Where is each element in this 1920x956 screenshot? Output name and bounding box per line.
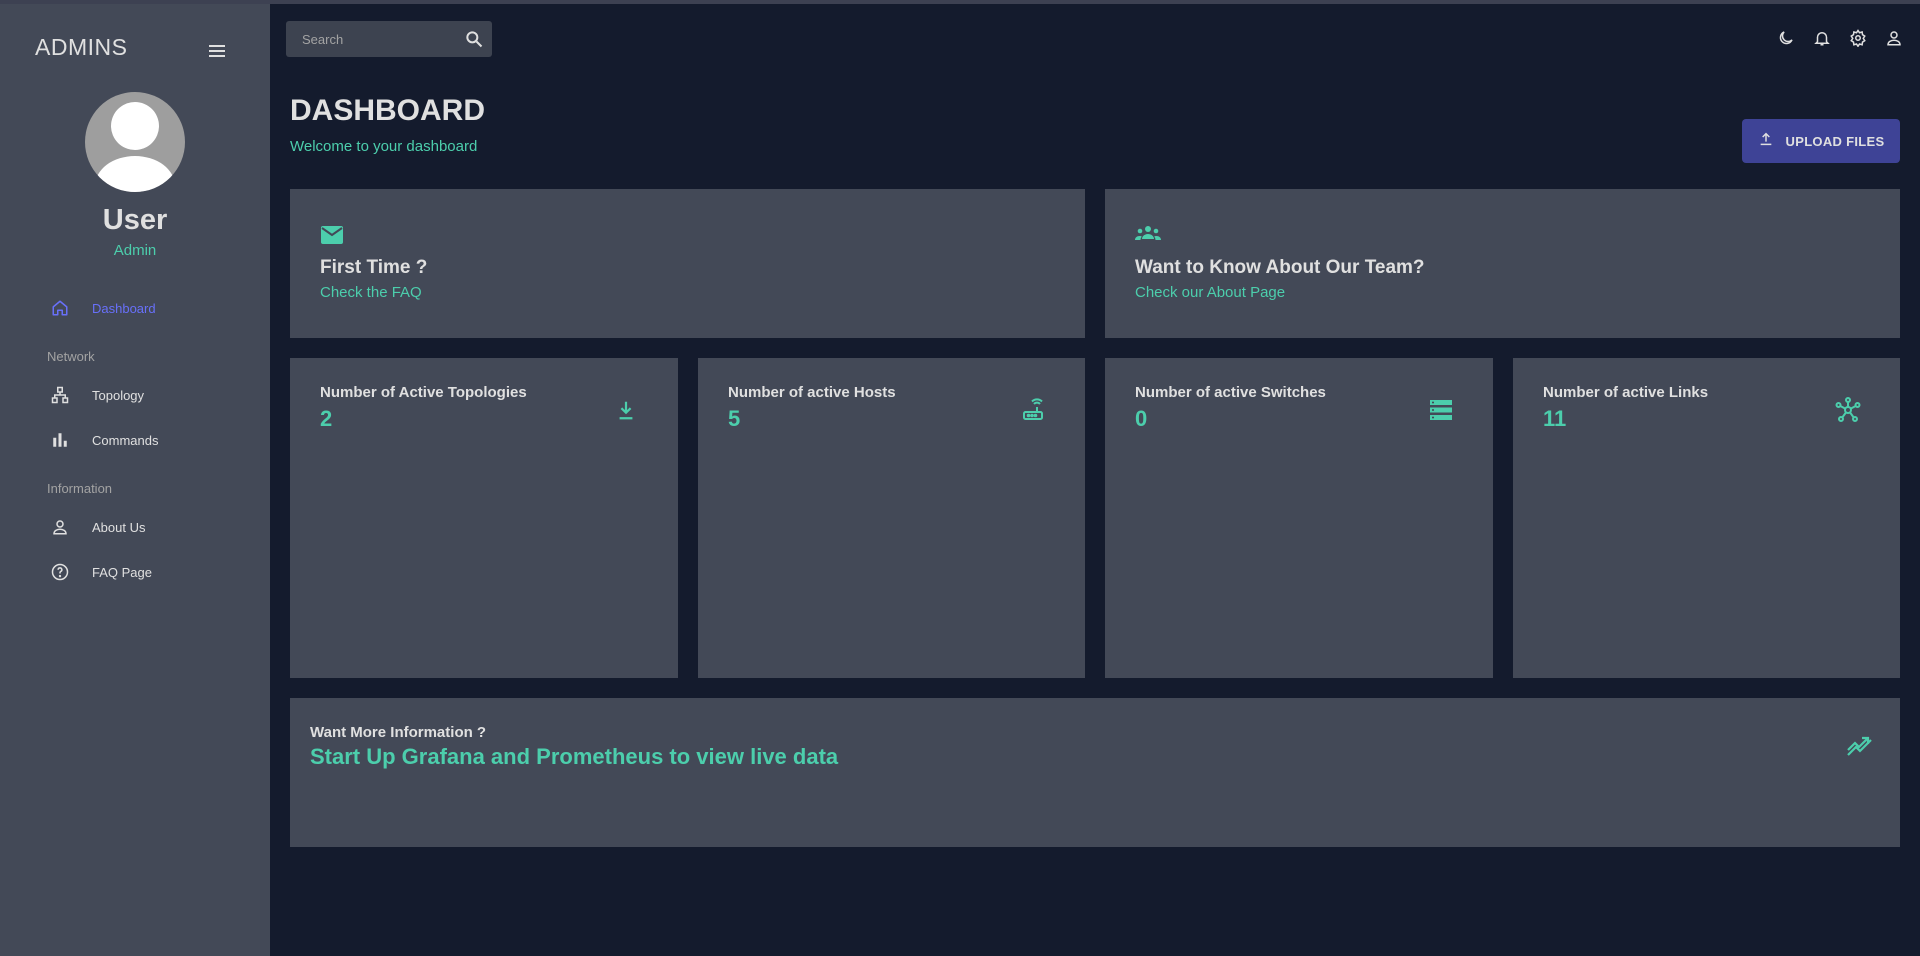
sidebar-item-dashboard[interactable]: Dashboard	[45, 291, 255, 325]
sidebar-item-label: Commands	[92, 432, 159, 448]
stat-value: 11	[1543, 406, 1567, 431]
sidebar-item-label: Topology	[92, 387, 145, 403]
help-circle-icon	[45, 560, 75, 584]
storage-icon	[1427, 396, 1455, 424]
sidebar-item-label: Dashboard	[92, 300, 156, 316]
sidebar-item-label: About Us	[92, 519, 146, 535]
search-box	[286, 21, 492, 57]
sidebar-item-faq[interactable]: FAQ Page	[45, 555, 255, 589]
stat-value: 5	[728, 406, 741, 431]
more-info-title: Want More Information ?	[310, 724, 487, 741]
user-role: Admin	[113, 242, 157, 259]
mail-icon	[320, 225, 346, 249]
sidebar-item-label: FAQ Page	[92, 564, 152, 580]
more-info-card: Want More Information ? Start Up Grafana…	[290, 698, 1900, 847]
stat-title: Number of Active Topologies	[320, 384, 527, 401]
settings-icon[interactable]	[1848, 28, 1868, 48]
topology-icon	[45, 383, 75, 407]
profile-icon[interactable]	[1884, 28, 1904, 48]
sidebar-item-commands[interactable]: Commands	[45, 423, 255, 457]
faq-info-card: First Time ? Check the FAQ	[290, 189, 1085, 338]
upload-icon	[1758, 131, 1774, 152]
sidebar-item-about[interactable]: About Us	[45, 510, 255, 544]
stat-value: 0	[1135, 406, 1148, 431]
router-icon	[1019, 396, 1047, 424]
dark-mode-icon[interactable]	[1776, 28, 1796, 48]
download-icon	[612, 396, 640, 424]
stat-card-hosts: Number of active Hosts 5	[698, 358, 1085, 678]
stat-card-switches: Number of active Switches 0	[1105, 358, 1493, 678]
stat-card-topologies: Number of Active Topologies 2	[290, 358, 678, 678]
section-network: Network	[47, 349, 95, 364]
stat-value: 2	[320, 406, 333, 431]
info-card-title: First Time ?	[320, 257, 428, 278]
topbar-icons	[1776, 28, 1904, 48]
team-info-card: Want to Know About Our Team? Check our A…	[1105, 189, 1900, 338]
faq-link[interactable]: Check the FAQ	[320, 284, 422, 301]
search-input[interactable]	[286, 21, 456, 57]
menu-icon[interactable]	[206, 40, 228, 62]
info-card-title: Want to Know About Our Team?	[1135, 257, 1425, 278]
groups-icon	[1135, 225, 1161, 249]
page-title: DASHBOARD	[290, 94, 485, 127]
stat-title: Number of active Switches	[1135, 384, 1326, 401]
home-icon	[45, 296, 75, 320]
hub-icon	[1834, 396, 1862, 424]
sidebar-item-topology[interactable]: Topology	[45, 378, 255, 412]
search-icon[interactable]	[464, 29, 484, 49]
avatar	[85, 92, 185, 192]
person-icon	[45, 515, 75, 539]
trending-icon	[1846, 734, 1874, 762]
upload-files-label: UPLOAD FILES	[1785, 133, 1885, 149]
about-link[interactable]: Check our About Page	[1135, 284, 1285, 301]
top-edge-strip	[0, 0, 1920, 4]
user-name: User	[102, 204, 168, 236]
page-subtitle: Welcome to your dashboard	[290, 138, 478, 155]
sidebar: ADMINS User Admin Dashboard Network Topo…	[0, 4, 270, 956]
notifications-icon[interactable]	[1812, 28, 1832, 48]
brand-title: ADMINS	[35, 34, 128, 60]
stat-title: Number of active Hosts	[728, 384, 896, 401]
more-info-headline: Start Up Grafana and Prometheus to view …	[310, 744, 839, 769]
stat-card-links: Number of active Links 11	[1513, 358, 1900, 678]
stat-title: Number of active Links	[1543, 384, 1709, 401]
section-information: Information	[47, 481, 113, 496]
bar-chart-icon	[45, 428, 75, 452]
upload-files-button[interactable]: UPLOAD FILES	[1742, 119, 1900, 163]
